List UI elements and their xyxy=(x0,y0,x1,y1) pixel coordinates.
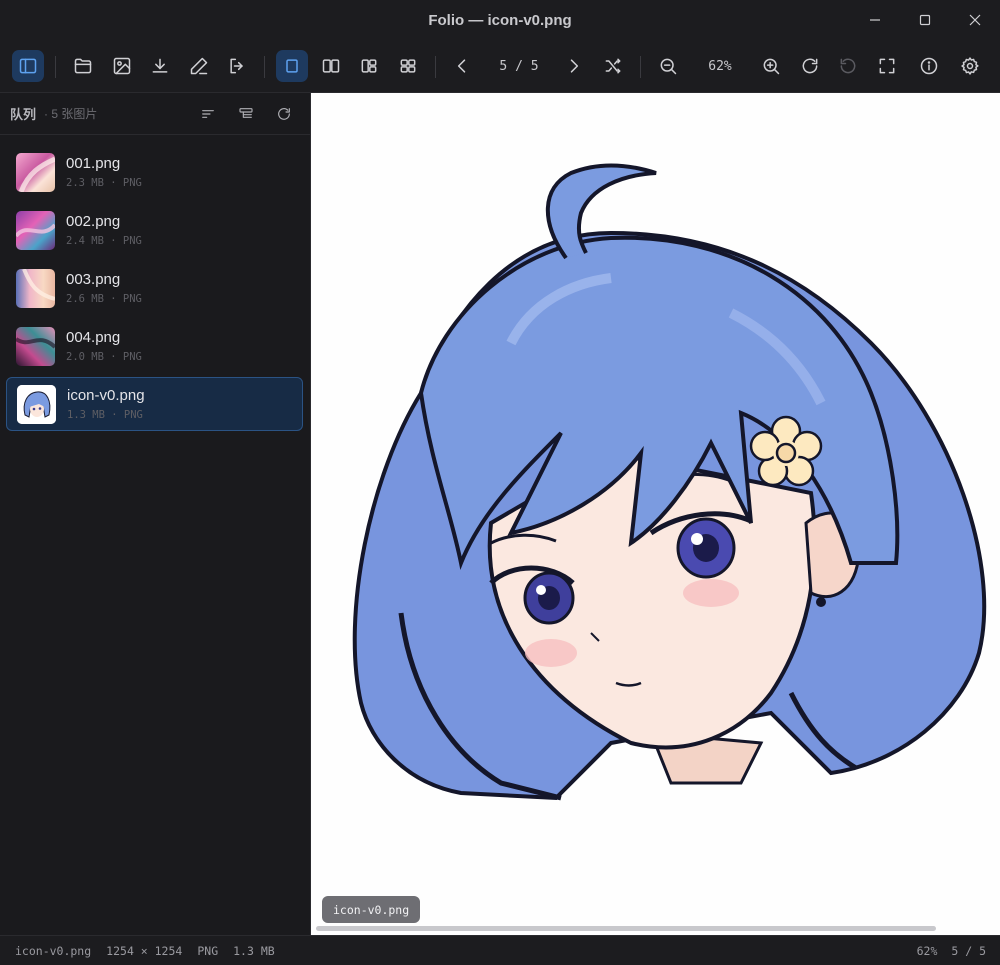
file-info: 2.6 MB · PNG xyxy=(66,293,142,305)
close-icon xyxy=(969,14,981,26)
displayed-image xyxy=(352,163,987,801)
status-file-size: 1.3 MB xyxy=(233,943,275,958)
queue-actions xyxy=(192,102,300,126)
save-download-button[interactable] xyxy=(144,50,176,82)
sort-icon xyxy=(202,110,214,118)
shuffle-icon xyxy=(605,58,621,74)
next-arrow-icon xyxy=(570,59,579,73)
export-icon xyxy=(230,58,243,74)
queue-item-selected[interactable]: icon-v0.png 1.3 MB · PNG xyxy=(6,377,303,431)
single-view-button[interactable] xyxy=(276,50,308,82)
status-zoom: 62% xyxy=(916,943,938,958)
sort-button[interactable] xyxy=(192,102,224,126)
status-bar: icon-v0.png 1254 × 1254 PNG 1.3 MB 62% 5… xyxy=(0,935,1000,965)
export-button[interactable] xyxy=(221,50,253,82)
zoom-in-button[interactable] xyxy=(755,50,787,82)
thumbnail-004 xyxy=(16,326,55,366)
filter-icon xyxy=(239,108,253,118)
refresh-icon xyxy=(278,108,290,120)
queue-item[interactable]: 004.png 2.0 MB · PNG xyxy=(6,319,303,373)
prev-arrow-icon xyxy=(457,59,466,73)
thumbnail-icon-v0 xyxy=(17,384,56,424)
rotate-cw-icon xyxy=(802,58,818,74)
folder-open-icon xyxy=(74,58,92,74)
previous-image-button[interactable] xyxy=(446,50,478,82)
thumbnail-003 xyxy=(16,268,55,308)
fullscreen-icon xyxy=(879,58,895,74)
zoom-in-icon xyxy=(763,58,780,75)
thumbnail-001 xyxy=(16,152,55,192)
single-view-icon xyxy=(286,59,298,73)
filter-button[interactable] xyxy=(230,102,262,126)
file-name: 003.png xyxy=(66,271,121,288)
close-window-button[interactable] xyxy=(950,0,1000,40)
sidebar-toggle-icon xyxy=(19,58,37,74)
page-indicator: 5 / 5 xyxy=(499,58,539,74)
file-name: icon-v0.png xyxy=(67,387,145,404)
filename-overlay: icon-v0.png xyxy=(322,896,421,923)
queue-item[interactable]: 001.png 2.3 MB · PNG xyxy=(6,145,303,199)
open-image-button[interactable] xyxy=(106,50,138,82)
shuffle-button[interactable] xyxy=(597,50,629,82)
toolbar: 5 / 5 62% xyxy=(0,40,1000,93)
toolbar-divider xyxy=(640,56,641,78)
file-name: 002.png xyxy=(66,213,121,230)
two-up-view-icon xyxy=(322,59,340,73)
file-name: 004.png xyxy=(66,329,121,346)
split-view-button[interactable] xyxy=(353,50,385,82)
title-bar: Folio — icon-v0.png xyxy=(0,0,1000,40)
split-view-icon xyxy=(361,59,377,73)
file-info: 1.3 MB · PNG xyxy=(67,409,143,421)
minimize-button[interactable] xyxy=(850,0,900,40)
file-info: 2.0 MB · PNG xyxy=(66,351,142,363)
next-image-button[interactable] xyxy=(558,50,590,82)
file-info: 2.3 MB · PNG xyxy=(66,177,142,189)
download-icon xyxy=(152,58,168,73)
settings-gear-icon xyxy=(961,57,979,75)
queue-header: 队列 · 5 张图片 xyxy=(0,93,310,135)
window-controls xyxy=(850,0,1000,40)
fullscreen-button[interactable] xyxy=(871,50,903,82)
rotate-clockwise-button[interactable] xyxy=(794,50,826,82)
grid-view-button[interactable] xyxy=(392,50,424,82)
file-info: 2.4 MB · PNG xyxy=(66,235,142,247)
status-format: PNG xyxy=(197,943,219,958)
toolbar-divider xyxy=(264,56,265,78)
zoom-out-button[interactable] xyxy=(652,50,684,82)
grid-view-icon xyxy=(400,59,416,73)
file-name: 001.png xyxy=(66,155,121,172)
toolbar-divider xyxy=(435,56,436,78)
refresh-button[interactable] xyxy=(268,102,300,126)
info-icon xyxy=(920,57,938,75)
image-icon xyxy=(113,57,131,75)
window-title: Folio — icon-v0.png xyxy=(428,11,572,29)
maximize-icon xyxy=(919,14,931,26)
queue-item[interactable]: 003.png 2.6 MB · PNG xyxy=(6,261,303,315)
two-up-view-button[interactable] xyxy=(315,50,347,82)
open-folder-button[interactable] xyxy=(67,50,99,82)
image-viewer[interactable]: icon-v0.png xyxy=(311,93,1000,935)
thumbnail-002 xyxy=(16,210,55,250)
info-button[interactable] xyxy=(913,50,945,82)
rotate-ccw-icon xyxy=(840,58,856,74)
queue-item[interactable]: 002.png 2.4 MB · PNG xyxy=(6,203,303,257)
queue-sidebar: 队列 · 5 张图片 001.png 2.3 MB · PNG 002.png … xyxy=(0,93,311,935)
status-pager: 5 / 5 xyxy=(951,943,986,958)
edit-button[interactable] xyxy=(183,50,215,82)
maximize-button[interactable] xyxy=(900,0,950,40)
status-file-name: icon-v0.png xyxy=(15,943,92,958)
zoom-out-icon xyxy=(660,58,677,75)
app-window: Folio — icon-v0.png 5 / 5 62% 队列 · 5 张图片… xyxy=(0,0,1000,965)
queue-title: 队列 xyxy=(10,107,37,122)
queue-count: · 5 张图片 xyxy=(44,107,98,121)
status-dimensions: 1254 × 1254 xyxy=(106,943,183,958)
settings-button[interactable] xyxy=(954,50,986,82)
rotate-counterclockwise-button[interactable] xyxy=(832,50,864,82)
minimize-icon xyxy=(870,19,880,21)
zoom-level[interactable]: 62% xyxy=(696,50,744,82)
pencil-icon xyxy=(190,57,208,75)
toolbar-divider xyxy=(55,56,56,78)
toggle-sidebar-button[interactable] xyxy=(12,50,44,82)
horizontal-scrollbar[interactable] xyxy=(316,926,936,931)
